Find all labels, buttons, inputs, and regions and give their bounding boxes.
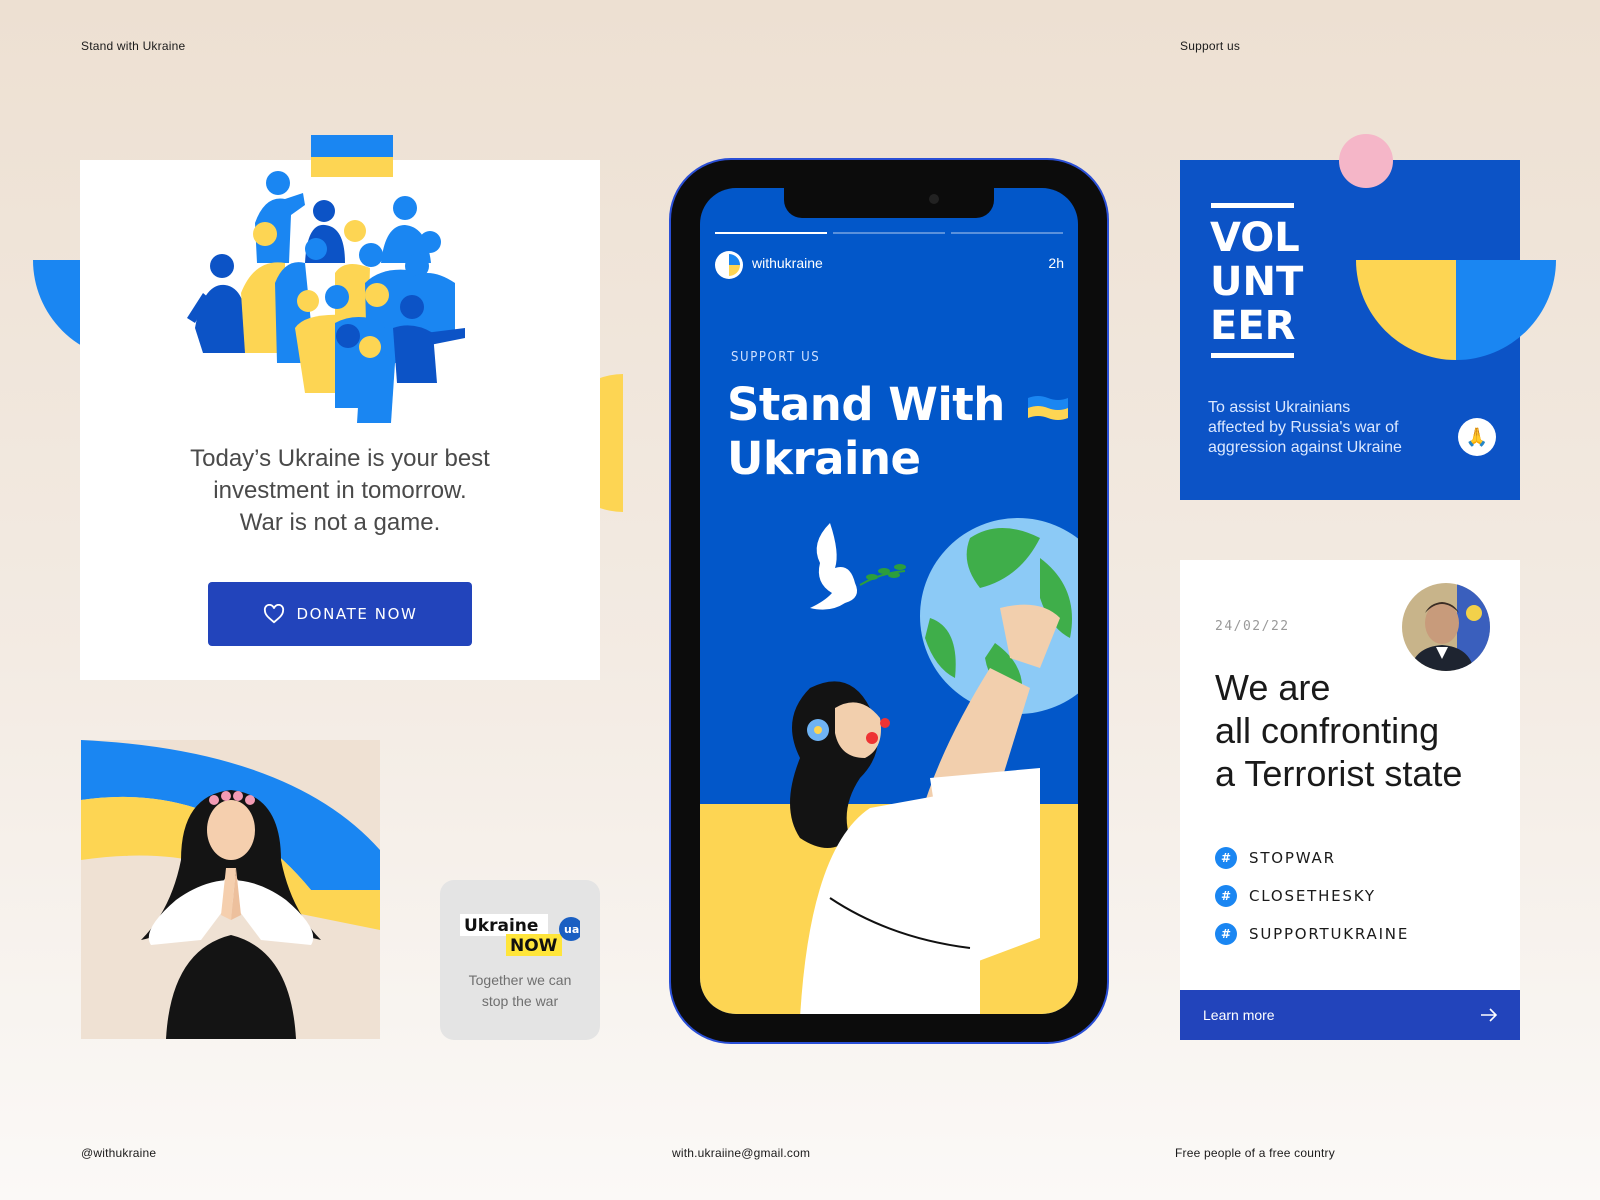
learn-more-button[interactable]: Learn more [1180, 990, 1520, 1040]
heart-icon [263, 604, 284, 624]
learn-more-label: Learn more [1203, 1007, 1275, 1023]
volunteer-top-line [1211, 203, 1294, 208]
volunteer-description-line-2: affected by Russia's war of [1208, 419, 1399, 436]
hashtag-supportukraine[interactable]: # SUPPORTUKRAINE [1215, 923, 1409, 945]
donate-card: Today’s Ukraine is your best investment … [80, 135, 600, 680]
donate-message-line-3: War is not a game. [239, 509, 441, 536]
svg-text:NOW: NOW [510, 936, 558, 956]
volunteer-bottom-line [1211, 353, 1294, 358]
woman-holding-globe-illustration [790, 518, 1078, 1014]
donate-now-button[interactable]: DONATE NOW [208, 582, 472, 646]
praying-woman-card [81, 740, 380, 1039]
ukraine-now-tagline: Together we can stop the war [440, 970, 600, 1012]
svg-text:Ukraine: Ukraine [464, 916, 538, 936]
volunteer-heading-part-2: UNT [1210, 259, 1304, 305]
volunteer-heading-part-1: VOL [1210, 215, 1300, 261]
donate-now-label: DONATE NOW [296, 605, 418, 623]
svg-text:ua: ua [564, 923, 579, 936]
footer-handle[interactable]: @withukraine [81, 1146, 156, 1160]
news-date: 24/02/22 [1215, 619, 1290, 634]
pink-circle-shape [1339, 134, 1393, 188]
hashtag-icon: # [1215, 847, 1237, 869]
story-progress-3 [951, 232, 1063, 234]
volunteer-description: To assist Ukrainians affected by Russia'… [1208, 398, 1438, 458]
story-eyebrow: SUPPORT US [731, 350, 821, 365]
footer-email[interactable]: with.ukraiine@gmail.com [672, 1146, 810, 1160]
donate-message: Today’s Ukraine is your best investment … [80, 443, 600, 539]
volunteer-heading-part-3: EER [1210, 303, 1296, 349]
arrow-right-icon [1481, 1008, 1498, 1022]
crowd-illustration [187, 135, 465, 423]
hashtag-stopwar[interactable]: # STOPWAR [1215, 847, 1336, 869]
ukraine-flag-icon [1027, 396, 1068, 420]
news-title-line-1: We are [1215, 667, 1331, 708]
phone-notch [784, 188, 994, 218]
news-title-line-2: all confronting [1215, 710, 1440, 751]
story-screen[interactable]: withukraine 2h SUPPORT US Stand With Ukr… [700, 188, 1078, 1014]
yellow-blue-half-circle-shape [1356, 260, 1556, 360]
hashtag-closethesky[interactable]: # CLOSETHESKY [1215, 885, 1376, 907]
phone-mockup: withukraine 2h SUPPORT US Stand With Ukr… [671, 160, 1107, 1042]
support-us-link[interactable]: Support us [1180, 39, 1240, 53]
news-card: 24/02/22 We are all confronting a Terror… [1180, 560, 1520, 1040]
praying-hands-icon: 🙏 [1465, 426, 1489, 447]
ukraine-now-card: Ukraine NOW ua Together we can stop the … [440, 880, 600, 1040]
story-title: Stand With Ukraine [727, 378, 1070, 486]
story-title-line-2: Ukraine [727, 432, 921, 485]
ukraine-now-tagline-line-1: Together we can [468, 972, 572, 988]
ukraine-now-logo: Ukraine NOW ua [460, 912, 583, 963]
news-title: We are all confronting a Terrorist state [1215, 666, 1505, 795]
volunteer-heading: VOL UNT EER [1210, 216, 1303, 348]
story-username[interactable]: withukraine [752, 255, 823, 271]
volunteer-description-line-1: To assist Ukrainians [1208, 399, 1351, 416]
footer-motto: Free people of a free country [1175, 1146, 1335, 1160]
hashtag-label: CLOSETHESKY [1249, 887, 1376, 905]
praying-hands-button[interactable]: 🙏 [1458, 418, 1496, 456]
volunteer-description-line-3: aggression against Ukraine [1208, 439, 1402, 456]
donate-message-line-2: investment in tomorrow. [213, 477, 467, 504]
hashtag-label: SUPPORTUKRAINE [1249, 925, 1410, 943]
hashtag-icon: # [1215, 885, 1237, 907]
story-progress-2 [833, 232, 945, 234]
story-time: 2h [1048, 255, 1064, 271]
ukraine-now-tagline-line-2: stop the war [481, 993, 559, 1009]
praying-woman-illustration [81, 740, 380, 1039]
avatar [1402, 583, 1490, 671]
donate-message-line-1: Today’s Ukraine is your best [190, 445, 490, 472]
hashtag-label: STOPWAR [1249, 849, 1336, 867]
story-title-line-1: Stand With [727, 378, 1005, 431]
header-title: Stand with Ukraine [81, 39, 186, 53]
hashtag-icon: # [1215, 923, 1237, 945]
story-progress-1 [715, 232, 827, 234]
profile-avatar-icon [715, 251, 743, 279]
news-title-line-3: a Terrorist state [1215, 753, 1463, 794]
